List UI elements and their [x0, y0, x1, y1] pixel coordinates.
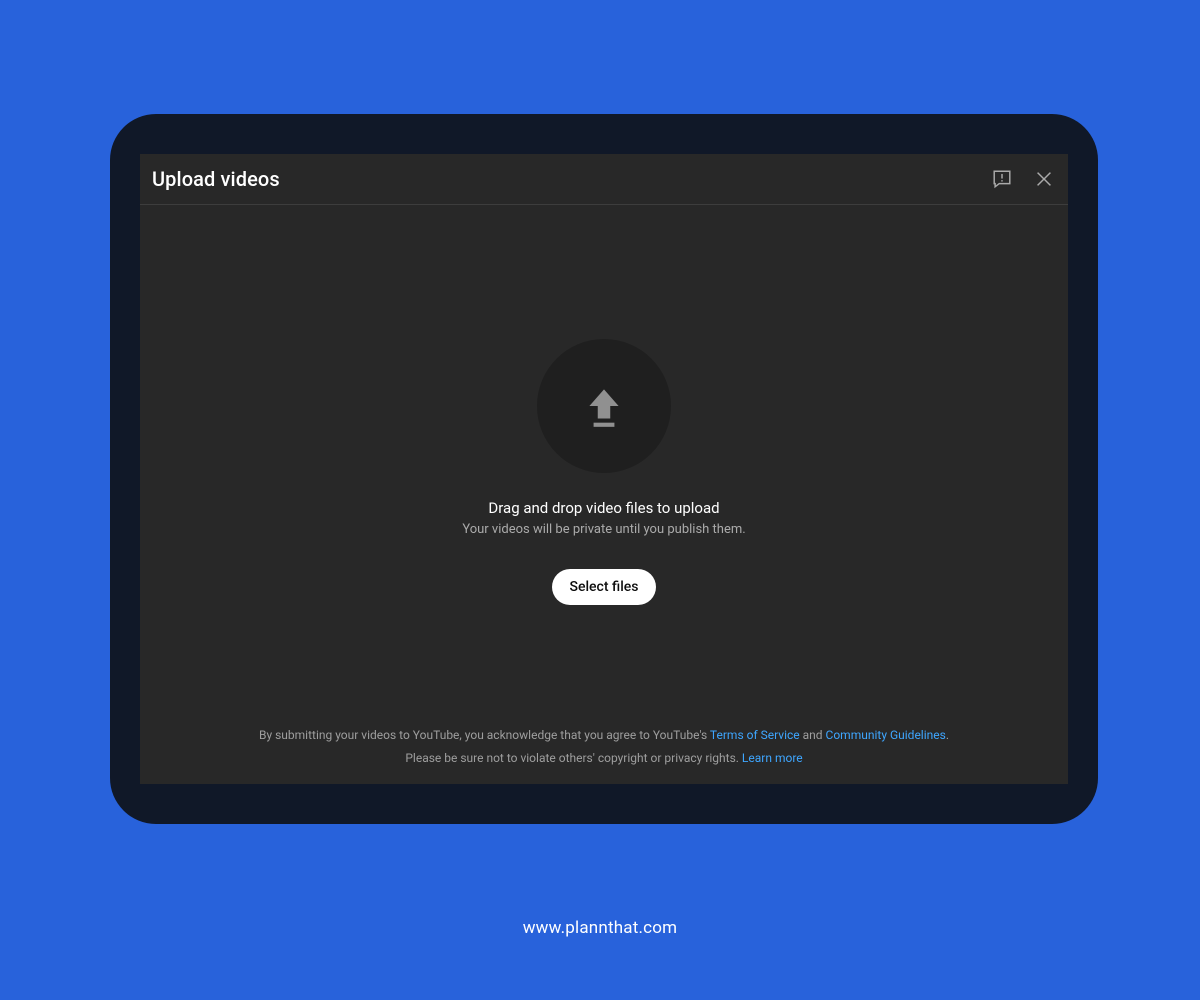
terms-of-service-link[interactable]: Terms of Service: [710, 728, 800, 742]
dialog-header: Upload videos: [140, 154, 1068, 205]
dialog-body: Drag and drop video files to upload Your…: [140, 205, 1068, 784]
legal-text: and: [800, 728, 826, 742]
legal-text: .: [946, 728, 949, 742]
learn-more-link[interactable]: Learn more: [742, 751, 803, 765]
select-files-button[interactable]: Select files: [552, 569, 657, 605]
watermark-text: www.plannthat.com: [0, 918, 1200, 938]
dialog-title: Upload videos: [152, 167, 280, 191]
upload-main-text: Drag and drop video files to upload: [488, 499, 719, 517]
upload-circle[interactable]: [537, 339, 671, 473]
close-icon[interactable]: [1032, 167, 1056, 191]
legal-footer: By submitting your videos to YouTube, yo…: [140, 724, 1068, 770]
header-icon-group: [990, 167, 1056, 191]
feedback-icon[interactable]: [990, 167, 1014, 191]
tablet-frame: Upload videos: [110, 114, 1098, 824]
upload-drop-area[interactable]: Drag and drop video files to upload Your…: [462, 339, 745, 605]
upload-sub-text: Your videos will be private until you pu…: [462, 522, 745, 537]
legal-text: Please be sure not to violate others' co…: [405, 751, 742, 765]
legal-text: By submitting your videos to YouTube, yo…: [259, 728, 710, 742]
upload-dialog: Upload videos: [140, 154, 1068, 784]
community-guidelines-link[interactable]: Community Guidelines: [826, 728, 946, 742]
legal-line-1: By submitting your videos to YouTube, yo…: [170, 724, 1038, 747]
upload-arrow-icon: [579, 381, 629, 431]
legal-line-2: Please be sure not to violate others' co…: [170, 747, 1038, 770]
